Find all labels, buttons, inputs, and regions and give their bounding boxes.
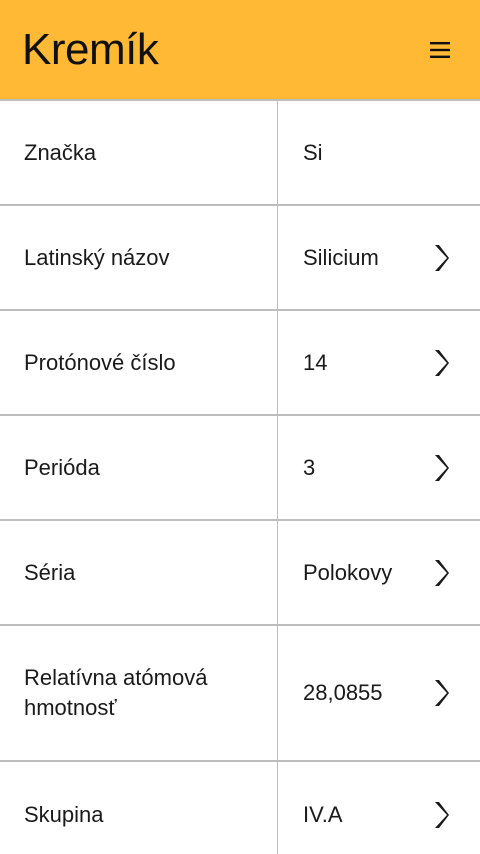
property-row-period[interactable]: Perióda 3 <box>0 416 480 521</box>
property-value-cell: Polokovy <box>278 521 480 624</box>
chevron-right-icon[interactable] <box>432 452 450 484</box>
chevron-right-icon[interactable] <box>432 799 450 831</box>
chevron-right-icon[interactable] <box>432 242 450 274</box>
property-value: 3 <box>303 454 316 480</box>
property-label: Relatívna atómová hmotnosť <box>0 626 278 760</box>
property-row-proton-number[interactable]: Protónové číslo 14 <box>0 311 480 416</box>
property-row-symbol: Značka Si <box>0 101 480 206</box>
app-header: Kremík <box>0 0 480 101</box>
property-value-cell: 14 <box>278 311 480 414</box>
property-value: Silicium <box>303 244 379 270</box>
property-value-cell: 3 <box>278 416 480 519</box>
property-value: IV.A <box>303 802 343 827</box>
property-label: Perióda <box>0 416 278 519</box>
property-label: Značka <box>0 101 278 204</box>
property-value-cell: Silicium <box>278 206 480 309</box>
property-value: Polokovy <box>303 559 393 585</box>
property-value: 28,0855 <box>303 680 383 705</box>
element-properties-table: Značka Si Latinský názov Silicium Protón… <box>0 101 480 854</box>
property-value-cell: IV.A <box>278 762 480 854</box>
property-value: Si <box>303 139 323 165</box>
chevron-right-icon[interactable] <box>432 557 450 589</box>
menu-button[interactable] <box>420 30 460 70</box>
property-value-cell: 28,0855 <box>278 626 480 760</box>
property-row-series[interactable]: Séria Polokovy <box>0 521 480 626</box>
chevron-right-icon[interactable] <box>432 347 450 379</box>
property-label: Séria <box>0 521 278 624</box>
property-row-latin-name[interactable]: Latinský názov Silicium <box>0 206 480 311</box>
property-value: 14 <box>303 349 328 375</box>
property-label: Skupina <box>0 762 278 854</box>
property-row-group[interactable]: Skupina IV.A <box>0 762 480 854</box>
property-row-atomic-mass[interactable]: Relatívna atómová hmotnosť 28,0855 <box>0 626 480 762</box>
chevron-right-icon[interactable] <box>432 677 450 709</box>
property-label: Latinský názov <box>0 206 278 309</box>
page-title: Kremík <box>22 25 159 74</box>
app-screen: Kremík Značka Si Latinský názov Silicium <box>0 0 480 854</box>
property-label: Protónové číslo <box>0 311 278 414</box>
hamburger-menu-icon <box>430 42 450 58</box>
